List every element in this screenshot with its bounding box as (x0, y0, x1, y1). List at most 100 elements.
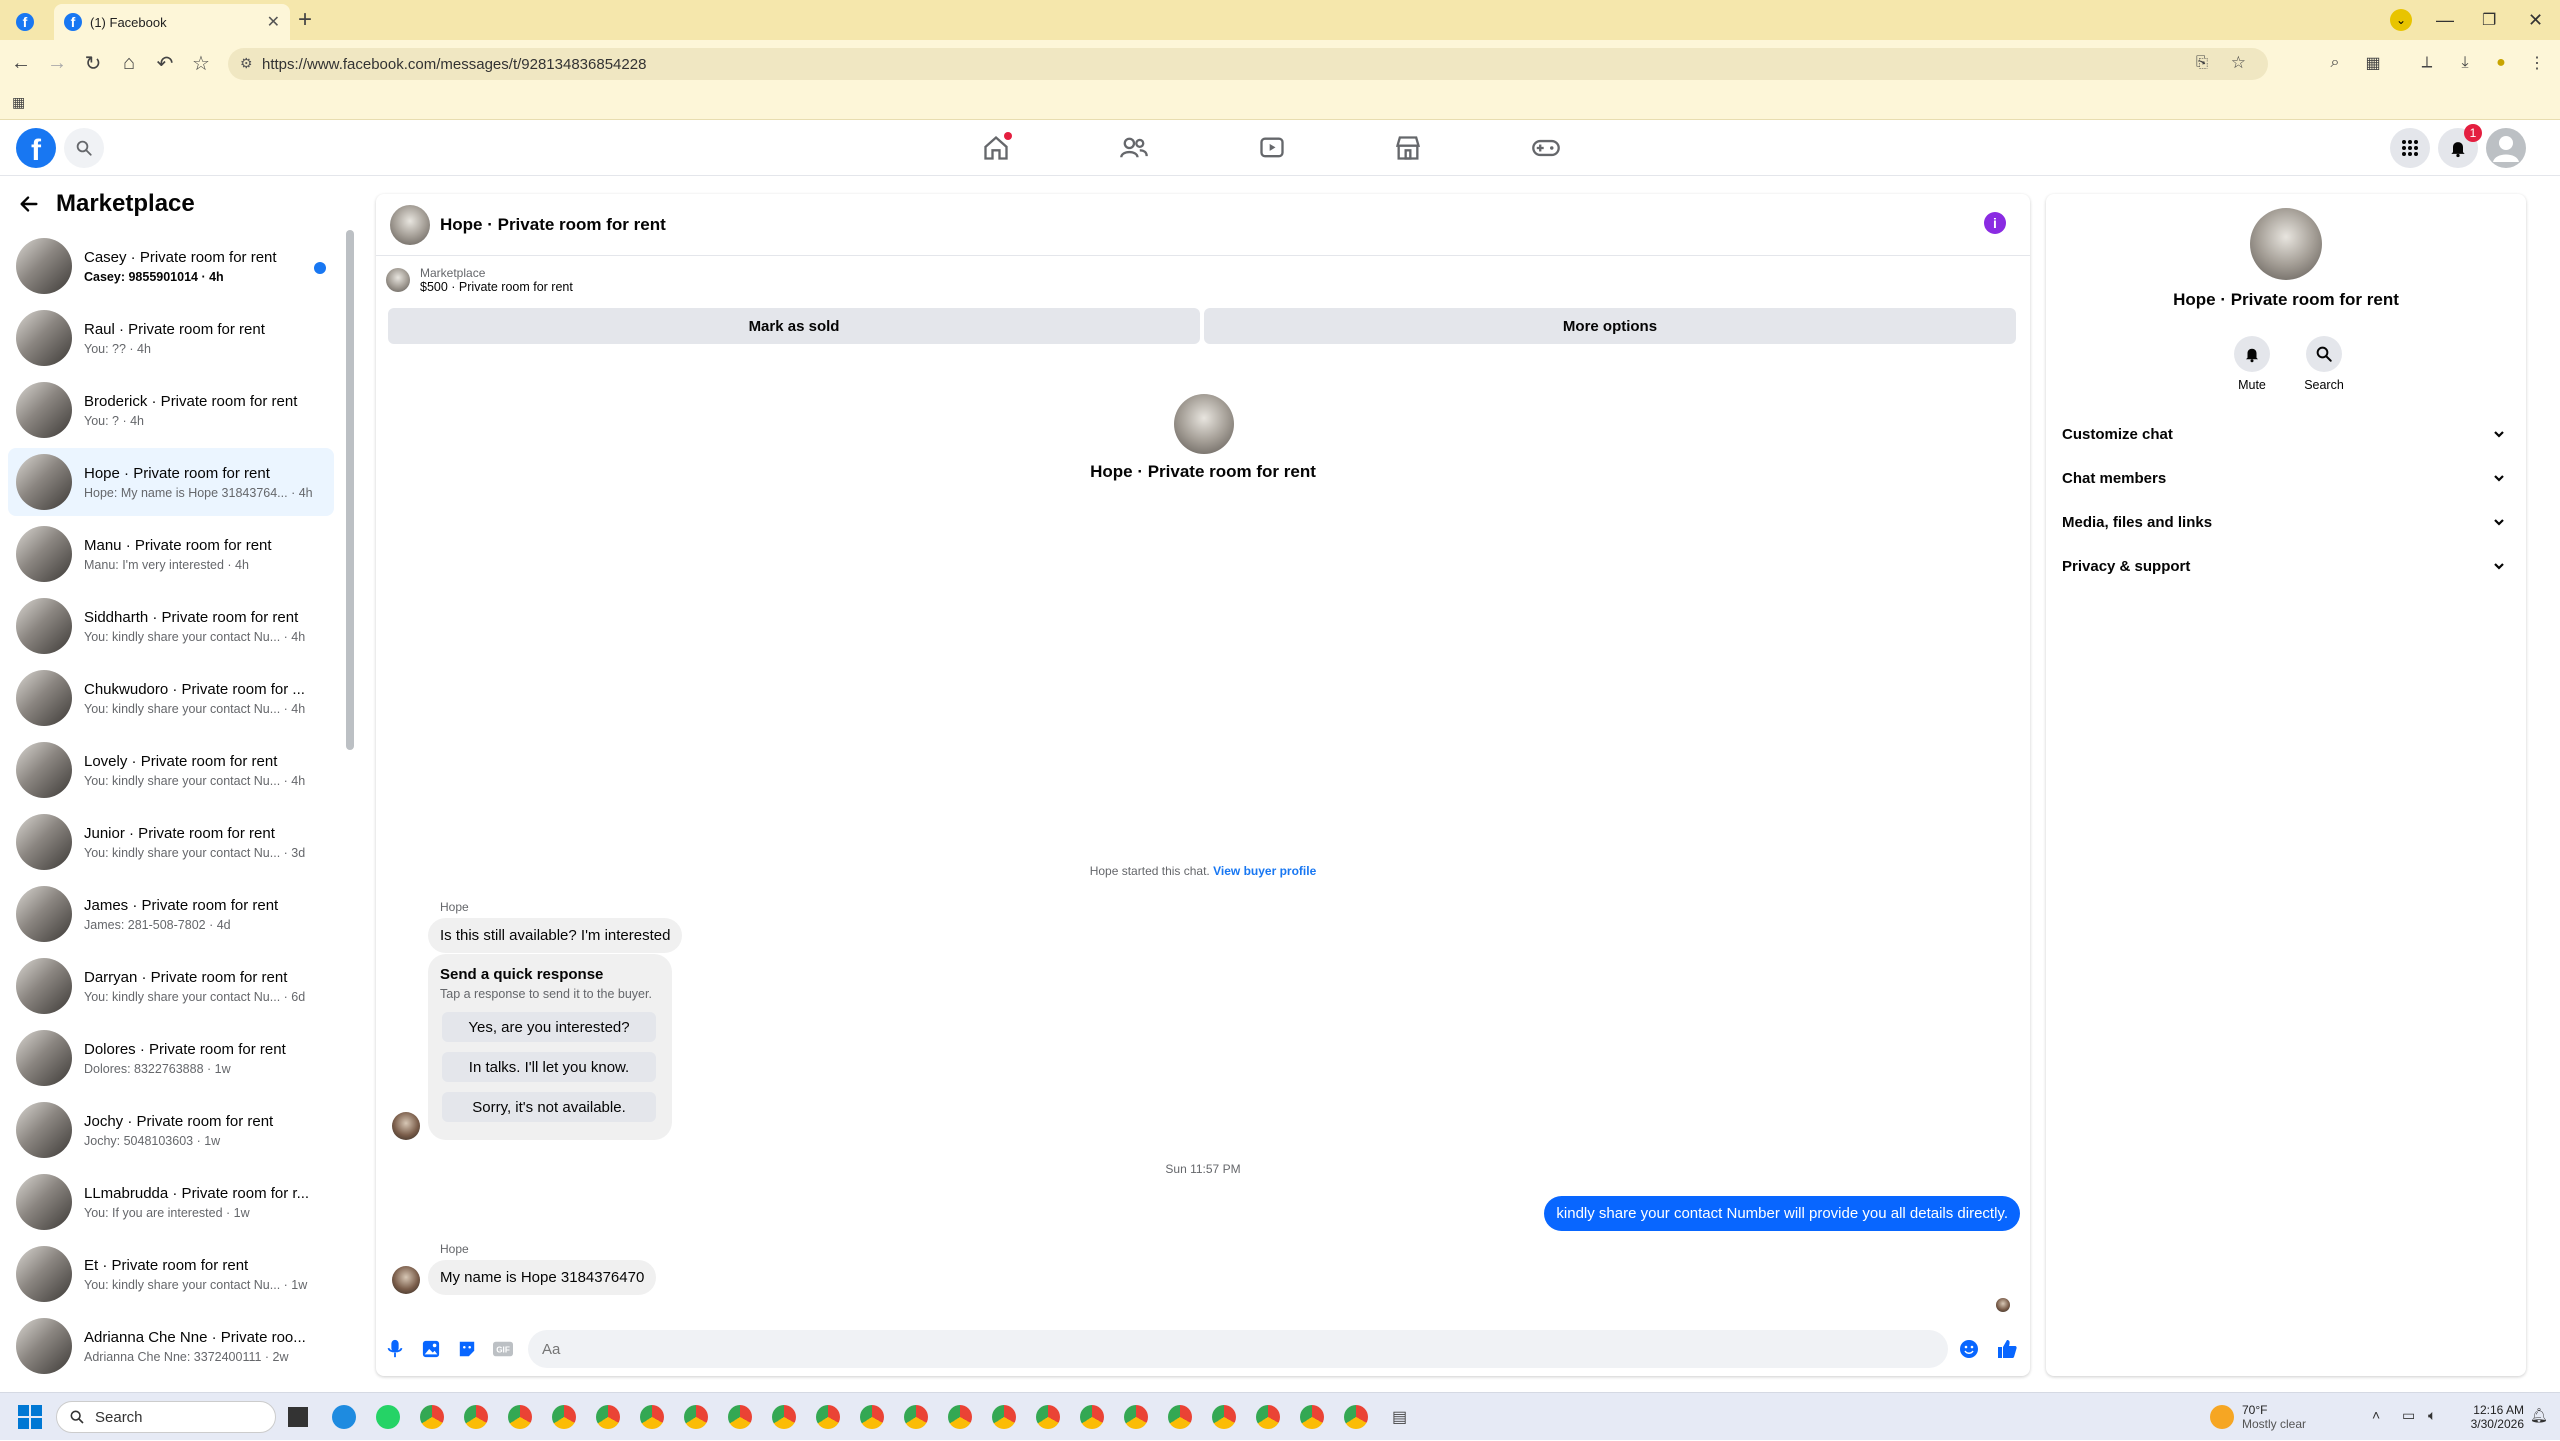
facebook-logo-icon[interactable]: f (16, 128, 56, 168)
back-icon[interactable]: ← (8, 50, 34, 76)
mute-button[interactable]: Mute (2216, 336, 2288, 392)
home-icon[interactable]: ⌂ (116, 50, 142, 76)
profile-icon[interactable]: ● (2488, 50, 2514, 76)
buyer-avatar[interactable] (1174, 394, 1234, 454)
chrome-window-icon[interactable] (420, 1405, 444, 1429)
conversation-item[interactable]: Chukwudoro · Private room for ... You: ki… (8, 664, 334, 732)
reload-icon[interactable]: ↻ (80, 50, 106, 76)
customize-chat-section[interactable]: Customize chat (2062, 414, 2510, 454)
chrome-window-icon[interactable] (552, 1405, 576, 1429)
like-thumb-icon[interactable] (1996, 1338, 2018, 1360)
mark-as-sold-button[interactable]: Mark as sold (388, 308, 1200, 344)
apps-grid-icon[interactable]: ▦ (12, 94, 25, 111)
weather-widget[interactable]: 70°F Mostly clear (2242, 1393, 2306, 1441)
chevron-up-icon[interactable]: ˄ (2372, 1407, 2380, 1423)
notifications-bell-icon[interactable]: 1 (2438, 124, 2482, 168)
chat-members-section[interactable]: Chat members (2062, 458, 2510, 498)
chrome-window-icon[interactable] (728, 1405, 752, 1429)
edge-browser-icon[interactable] (332, 1405, 356, 1429)
install-app-icon[interactable]: ⎘ (2196, 54, 2208, 71)
conversation-item[interactable]: Dolores · Private room for rent Dolores: … (8, 1024, 334, 1092)
chrome-window-icon[interactable] (992, 1405, 1016, 1429)
chrome-window-icon[interactable] (1036, 1405, 1060, 1429)
view-buyer-profile-link[interactable]: View buyer profile (1213, 864, 1316, 878)
chrome-window-icon[interactable] (772, 1405, 796, 1429)
minimize-icon[interactable]: — (2436, 0, 2454, 40)
search-in-chat-button[interactable]: Search (2288, 336, 2360, 392)
site-info-icon[interactable]: ⚙ (240, 55, 253, 72)
conversation-item[interactable]: Siddharth · Private room for rent You: ki… (8, 592, 334, 660)
conversation-item[interactable]: Jochy · Private room for rent Jochy: 5048… (8, 1096, 334, 1164)
quick-response-option[interactable]: In talks. I'll let you know. (442, 1052, 656, 1082)
contact-avatar[interactable] (2250, 208, 2322, 280)
chrome-window-icon[interactable] (596, 1405, 620, 1429)
tab-search-icon[interactable]: ⌄ (2390, 0, 2412, 40)
conversation-item[interactable]: Hope · Private room for rent Hope: My nam… (8, 448, 334, 516)
chrome-window-icon[interactable] (1212, 1405, 1236, 1429)
undo-icon[interactable]: ↶ (152, 50, 178, 76)
quick-response-option[interactable]: Sorry, it's not available. (442, 1092, 656, 1122)
nav-video-icon[interactable] (1222, 128, 1322, 168)
address-bar[interactable]: ⚙ https://www.facebook.com/messages/t/92… (228, 48, 2268, 80)
chrome-window-icon[interactable] (816, 1405, 840, 1429)
privacy-support-section[interactable]: Privacy & support (2062, 546, 2510, 586)
volume-icon[interactable]: 🔈︎ (2428, 1407, 2436, 1424)
weather-moon-icon[interactable] (2210, 1405, 2234, 1429)
outgoing-message[interactable]: kindly share your contact Number will pr… (1544, 1196, 2020, 1231)
listing-banner[interactable]: Marketplace $500 · Private room for rent (386, 266, 573, 294)
nav-gaming-icon[interactable] (1496, 128, 1596, 168)
conversation-item[interactable]: Lovely · Private room for rent You: kindl… (8, 736, 334, 804)
chrome-window-icon[interactable] (860, 1405, 884, 1429)
chrome-window-icon[interactable] (1256, 1405, 1280, 1429)
extensions-icon[interactable]: ▦ (2360, 50, 2386, 76)
browser-tab-active[interactable]: f (1) Facebook ✕ (54, 4, 290, 40)
message-input[interactable] (528, 1330, 1948, 1368)
crop-icon[interactable]: ⟂ (2414, 50, 2440, 76)
task-view-icon[interactable] (288, 1407, 308, 1427)
sticker-icon[interactable] (456, 1338, 478, 1360)
file-icon[interactable]: ▤ (1392, 1407, 1407, 1427)
new-tab-icon[interactable]: + (298, 6, 312, 34)
conversation-item[interactable]: Casey · Private room for rent Casey: 9855… (8, 232, 334, 300)
conversation-item[interactable]: James · Private room for rent James: 281-… (8, 880, 334, 948)
restore-icon[interactable]: ❐ (2482, 0, 2496, 40)
fb-search-icon[interactable] (64, 128, 104, 168)
microphone-icon[interactable] (384, 1338, 406, 1360)
chrome-window-icon[interactable] (1080, 1405, 1104, 1429)
chrome-window-icon[interactable] (1124, 1405, 1148, 1429)
more-options-button[interactable]: More options (1204, 308, 2016, 344)
browser-tab-pinned[interactable]: f (0, 4, 50, 40)
account-avatar[interactable] (2486, 128, 2526, 168)
emoji-icon[interactable] (1958, 1338, 1980, 1360)
browser-menu-icon[interactable]: ⋮ (2524, 50, 2550, 76)
bookmark-star-icon[interactable]: ☆ (188, 50, 214, 76)
chat-title[interactable]: Hope · Private room for rent (440, 215, 666, 235)
chrome-window-icon[interactable] (640, 1405, 664, 1429)
whatsapp-icon[interactable] (376, 1405, 400, 1429)
media-files-links-section[interactable]: Media, files and links (2062, 502, 2510, 542)
conversation-item[interactable]: Manu · Private room for rent Manu: I'm ve… (8, 520, 334, 588)
bookmark-page-icon[interactable]: ☆ (2231, 53, 2246, 73)
conversation-item[interactable]: Raul · Private room for rent You: ?? · 4h (8, 304, 334, 372)
notification-center-icon[interactable]: 🔔︎ (2530, 1407, 2548, 1424)
conversation-item[interactable]: Broderick · Private room for rent You: ? … (8, 376, 334, 444)
conversation-item[interactable]: Darryan · Private room for rent You: kind… (8, 952, 334, 1020)
close-window-icon[interactable]: ✕ (2528, 0, 2543, 40)
chrome-window-icon[interactable] (948, 1405, 972, 1429)
forward-icon[interactable]: → (44, 50, 70, 76)
chrome-window-icon[interactable] (508, 1405, 532, 1429)
incoming-message[interactable]: My name is Hope 3184376470 (428, 1260, 657, 1295)
sender-avatar[interactable] (392, 1112, 420, 1140)
chat-header-avatar[interactable] (390, 204, 430, 245)
chrome-window-icon[interactable] (904, 1405, 928, 1429)
conversation-item[interactable]: LLmabrudda · Private room for r... You: I… (8, 1168, 334, 1236)
nav-home-icon[interactable] (946, 128, 1046, 168)
conversation-info-icon[interactable]: i (1984, 212, 2006, 234)
chrome-window-icon[interactable] (1344, 1405, 1368, 1429)
photo-attach-icon[interactable] (420, 1338, 442, 1360)
downloads-icon[interactable]: ⤓ (2452, 50, 2478, 76)
back-arrow-icon[interactable] (18, 193, 40, 215)
conversation-item[interactable]: Junior · Private room for rent You: kindl… (8, 808, 334, 876)
chrome-window-icon[interactable] (684, 1405, 708, 1429)
chrome-window-icon[interactable] (1168, 1405, 1192, 1429)
